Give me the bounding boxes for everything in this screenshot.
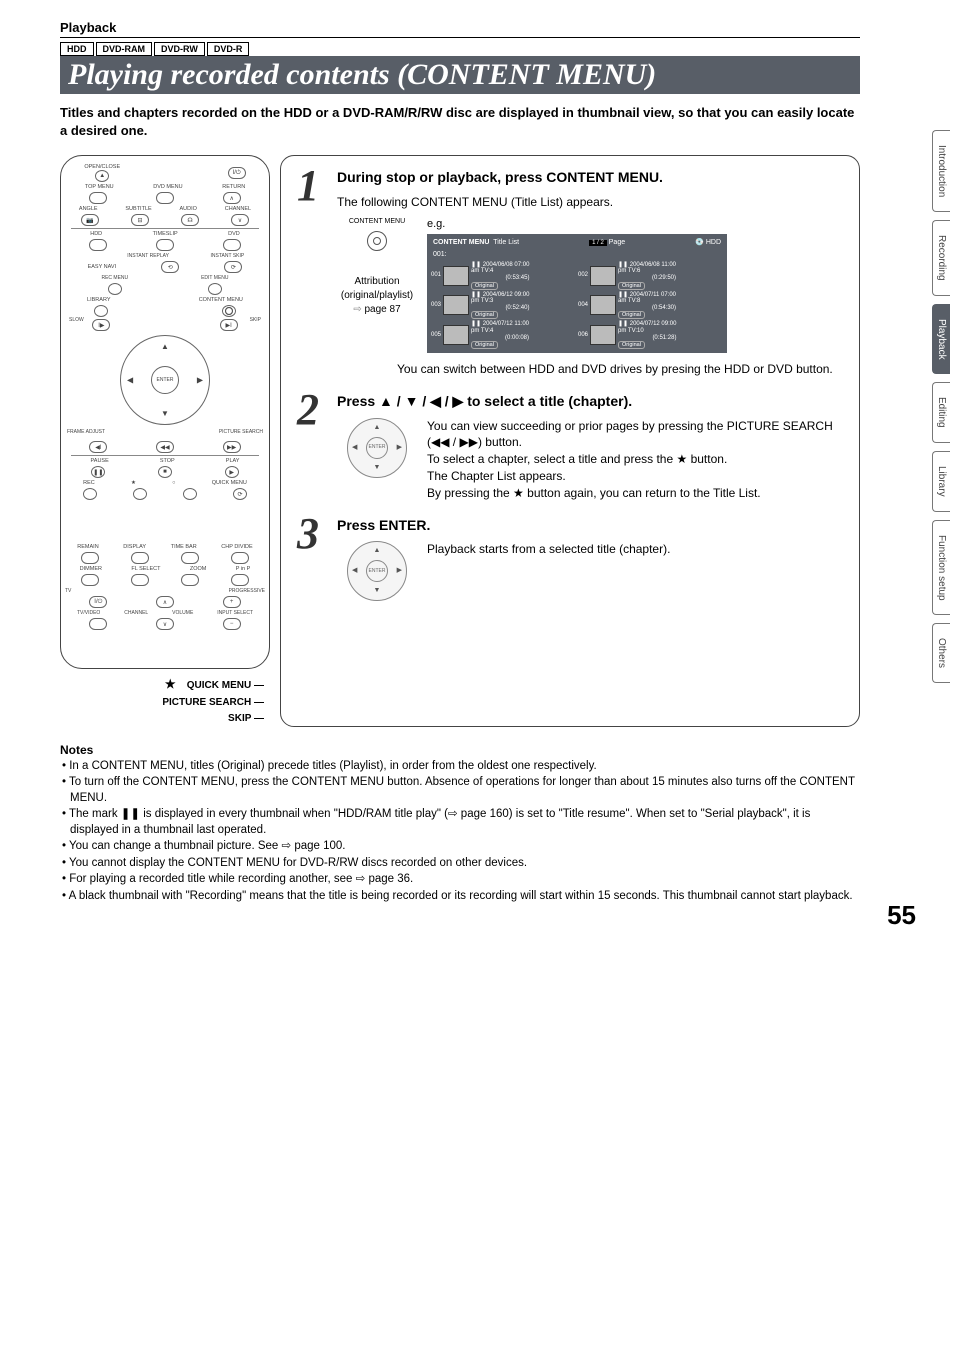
note-item: A black thumbnail with "Recording" means… bbox=[60, 889, 860, 905]
note-item: The mark ❚❚ is displayed in every thumbn… bbox=[60, 807, 860, 838]
side-tab[interactable]: Playback bbox=[932, 304, 950, 375]
media-dvdram: DVD-RAM bbox=[96, 42, 153, 56]
title-list-cell: 002❚❚ 2004/06/08 11:00pm TV:6(0:29:50)Or… bbox=[578, 262, 723, 290]
note-item: To turn off the CONTENT MENU, press the … bbox=[60, 775, 860, 806]
step-2-body: You can view succeeding or prior pages b… bbox=[427, 418, 843, 502]
step-1-num: 1 bbox=[297, 168, 329, 378]
note-item: For playing a recorded title while recor… bbox=[60, 872, 860, 888]
intro-text: Titles and chapters recorded on the HDD … bbox=[60, 104, 860, 140]
step-3-head: Press ENTER. bbox=[337, 516, 843, 536]
title-list-cell: 005❚❚ 2004/07/12 11:00pm TV:4(0:00:08)Or… bbox=[431, 321, 576, 349]
step-3-num: 3 bbox=[297, 516, 329, 602]
remote-callouts: ★ QUICK MENU — PICTURE SEARCH — SKIP — bbox=[60, 675, 270, 726]
content-menu-icon bbox=[367, 231, 387, 251]
side-tab[interactable]: Library bbox=[932, 451, 950, 512]
step-1-head: During stop or playback, press CONTENT M… bbox=[337, 168, 843, 188]
side-tab[interactable]: Others bbox=[932, 623, 950, 683]
step-2-head: Press ▲ / ▼ / ◀ / ▶ to select a title (c… bbox=[337, 392, 843, 412]
nav-mini-icon: ▲ ▼ ◀ ▶ ENTER bbox=[347, 418, 407, 478]
steps-panel: 1 During stop or playback, press CONTENT… bbox=[280, 155, 860, 726]
step-1-after: You can switch between HDD and DVD drive… bbox=[397, 361, 843, 378]
title-list-cell: 006❚❚ 2004/07/12 09:00pm TV:10(0:51:28)O… bbox=[578, 321, 723, 349]
side-tabs: Introduction Recording Playback Editing Libr… bbox=[932, 130, 954, 691]
step-1-line1: The following CONTENT MENU (Title List) … bbox=[337, 194, 843, 211]
page-number: 55 bbox=[887, 900, 916, 931]
nav-mini-enter-icon: ▲ ▼ ◀ ▶ ENTER bbox=[347, 541, 407, 601]
side-tab[interactable]: Recording bbox=[932, 220, 950, 296]
note-item: You can change a thumbnail picture. See … bbox=[60, 839, 860, 855]
media-dvdrw: DVD-RW bbox=[154, 42, 205, 56]
eg-label: e.g. bbox=[427, 217, 727, 232]
nav-pad: ▲ ▼ ◀ ▶ ENTER bbox=[120, 335, 210, 425]
step-3-body: Playback starts from a selected title (c… bbox=[427, 541, 670, 558]
media-dvdr: DVD-R bbox=[207, 42, 250, 56]
page-title: Playing recorded contents (CONTENT MENU) bbox=[60, 56, 860, 94]
side-tab[interactable]: Function setup bbox=[932, 520, 950, 616]
title-list-cell: 001❚❚ 2004/06/08 07:00am TV:4(0:53:45)Or… bbox=[431, 262, 576, 290]
media-hdd: HDD bbox=[60, 42, 94, 56]
title-list-cell: 003❚❚ 2004/06/12 09:00pm TV:3(0:52:40)Or… bbox=[431, 292, 576, 320]
notes-section: Notes In a CONTENT MENU, titles (Origina… bbox=[60, 743, 860, 905]
attribution-l2: (original/playlist) bbox=[337, 289, 417, 303]
step-2-num: 2 bbox=[297, 392, 329, 502]
side-tab[interactable]: Editing bbox=[932, 382, 950, 443]
remote-diagram: OPEN/CLOSE▲I/⏻ TOP MENUDVD MENURETURN ∧ … bbox=[60, 155, 270, 669]
note-item: You cannot display the CONTENT MENU for … bbox=[60, 856, 860, 872]
title-list-screenshot: CONTENT MENU Title List 1 / 2 Page 💽 HDD… bbox=[427, 234, 727, 353]
title-list-cell: 004❚❚ 2004/07/11 07:00am TV:8(0:54:30)Or… bbox=[578, 292, 723, 320]
side-tab[interactable]: Introduction bbox=[932, 130, 950, 212]
attribution-l3: page 87 bbox=[365, 304, 401, 315]
section-header: Playback bbox=[60, 20, 860, 38]
attribution-l1: Attribution bbox=[337, 275, 417, 289]
notes-head: Notes bbox=[60, 743, 860, 757]
media-labels: HDD DVD-RAM DVD-RW DVD-R bbox=[60, 42, 860, 56]
note-item: In a CONTENT MENU, titles (Original) pre… bbox=[60, 759, 860, 775]
